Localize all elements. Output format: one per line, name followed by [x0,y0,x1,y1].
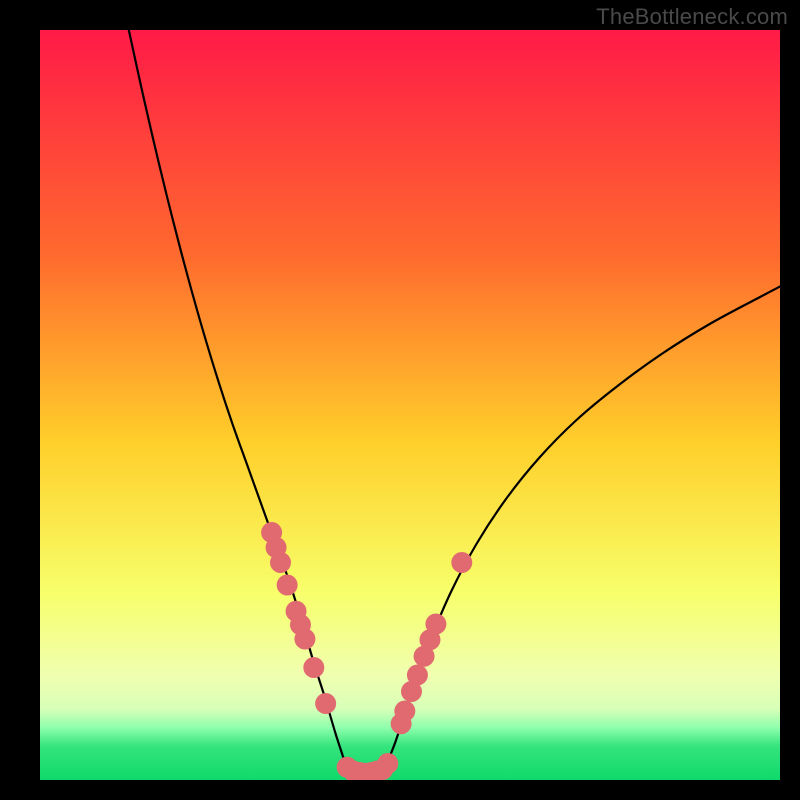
plot-background-gradient [40,30,780,780]
marker-point [294,629,315,650]
watermark-text: TheBottleneck.com [596,4,788,30]
marker-point [377,753,398,774]
chart-frame: TheBottleneck.com [0,0,800,800]
marker-point [303,657,324,678]
marker-point [315,693,336,714]
marker-point [394,701,415,722]
marker-point [270,552,291,573]
marker-point [451,552,472,573]
marker-point [277,575,298,596]
marker-point [407,665,428,686]
marker-point [425,614,446,635]
bottleneck-chart [0,0,800,800]
